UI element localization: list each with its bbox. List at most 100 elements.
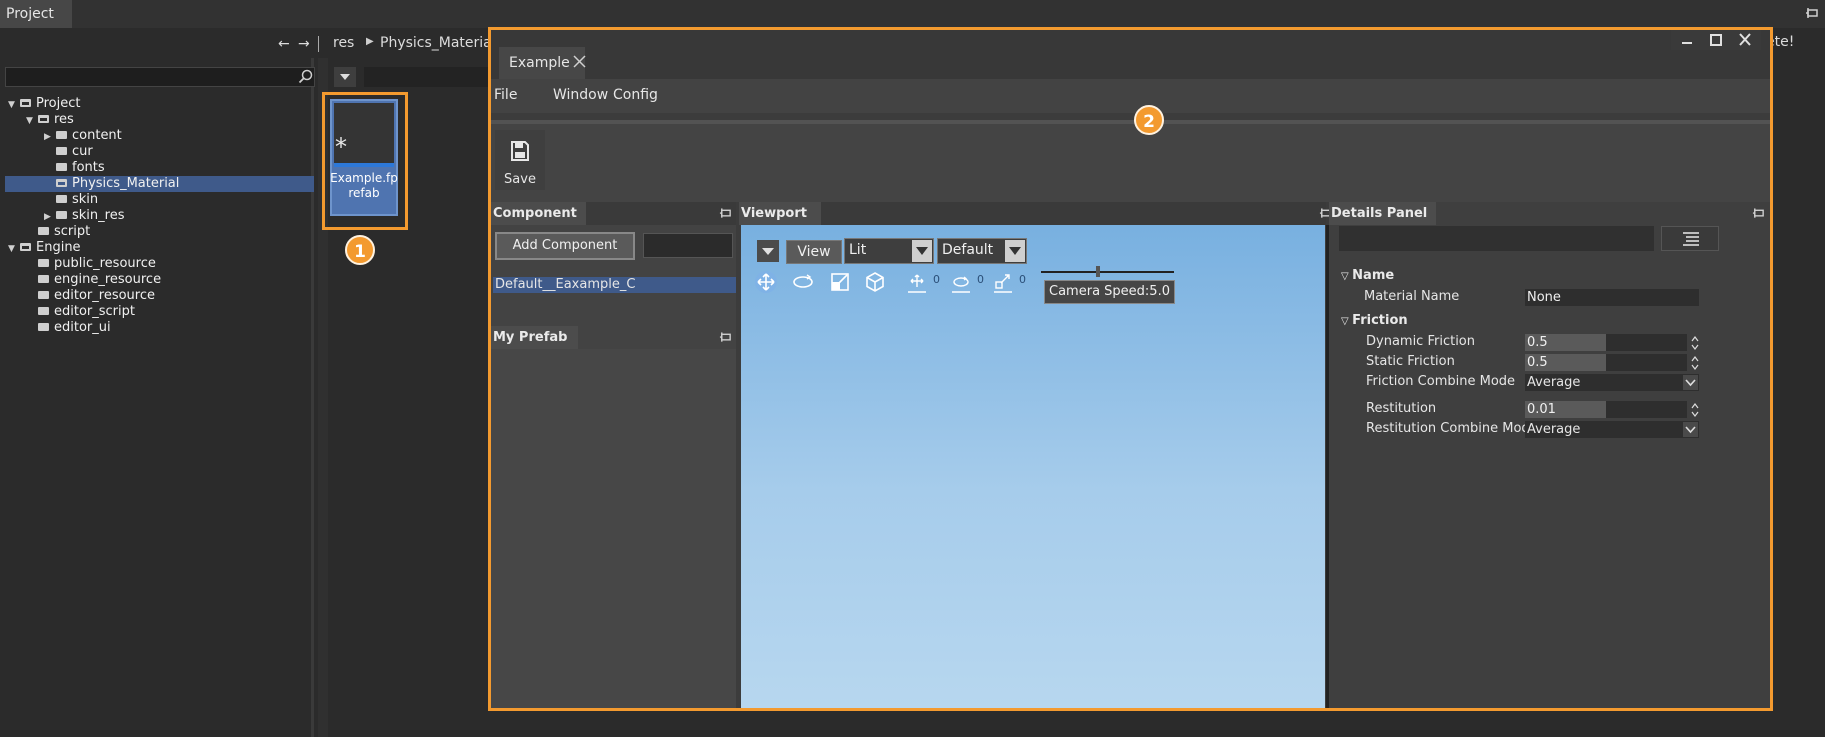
folder-icon xyxy=(38,323,49,331)
close-window-icon[interactable] xyxy=(1735,33,1755,47)
folder-icon xyxy=(38,259,49,267)
forward-arrow-icon[interactable]: → xyxy=(298,36,310,52)
preset-select[interactable]: Default xyxy=(937,238,1027,264)
details-section-header[interactable]: ▽ Name xyxy=(1341,268,1394,283)
tree-item[interactable]: editor_script xyxy=(26,304,135,320)
component-search-input[interactable] xyxy=(643,233,733,258)
tree-item[interactable]: ▶ content xyxy=(44,128,122,144)
tree-item[interactable]: fonts xyxy=(44,160,105,176)
move-icon[interactable] xyxy=(754,270,778,294)
camera-speed-handle[interactable] xyxy=(1096,266,1100,277)
project-tab[interactable]: Project xyxy=(0,0,72,28)
breadcrumb-physics-material[interactable]: Physics_Material xyxy=(380,35,496,51)
scale-snap-icon[interactable] xyxy=(991,270,1015,294)
project-tab-label: Project xyxy=(6,6,54,22)
folder-icon xyxy=(56,179,67,187)
spinner-arrows-icon[interactable] xyxy=(1691,335,1699,351)
maximize-icon[interactable] xyxy=(1706,33,1726,47)
tree-item-label: content xyxy=(72,128,122,143)
property-number-input[interactable]: 0.5 xyxy=(1525,354,1687,371)
tree-item[interactable]: public_resource xyxy=(26,256,156,272)
tree-item-label: Engine xyxy=(36,240,81,255)
tree-item[interactable]: Physics_Material xyxy=(5,176,314,192)
viewport-canvas[interactable] xyxy=(741,225,1325,708)
floppy-save-icon xyxy=(511,141,529,161)
lit-mode-select[interactable]: Lit xyxy=(844,238,934,264)
chevron-down-icon xyxy=(340,74,350,80)
property-number-value: 0.5 xyxy=(1527,335,1548,350)
details-section-header[interactable]: ▽ Friction xyxy=(1341,313,1408,328)
chevron-down-icon xyxy=(762,248,774,255)
property-label: Dynamic Friction xyxy=(1366,334,1476,349)
spinner-arrows-icon[interactable] xyxy=(1691,402,1699,418)
expand-closed-icon[interactable]: ▶ xyxy=(44,129,56,145)
property-dropdown[interactable]: Average xyxy=(1525,374,1699,391)
expand-closed-icon[interactable]: ▶ xyxy=(44,209,56,225)
details-search-input[interactable] xyxy=(1339,226,1654,251)
viewport-tab[interactable]: Viewport xyxy=(739,202,821,225)
tree-item[interactable]: ▶ skin_res xyxy=(44,208,124,224)
snap-count: 0 xyxy=(933,273,940,286)
tree-item[interactable]: editor_ui xyxy=(26,320,111,336)
tree-item[interactable]: ▼ Engine xyxy=(8,240,81,256)
rotate-snap-icon[interactable] xyxy=(949,270,973,294)
viewport-menu-button[interactable] xyxy=(757,240,779,262)
details-panel-tab[interactable]: Details Panel xyxy=(1329,202,1436,225)
menu-bar: File Window Config xyxy=(491,79,1770,113)
window-tabbar xyxy=(491,30,1770,79)
details-view-options-button[interactable] xyxy=(1661,226,1719,251)
add-component-button[interactable]: Add Component xyxy=(495,232,635,260)
tree-item[interactable]: cur xyxy=(44,144,93,160)
pin-icon[interactable] xyxy=(1805,8,1819,20)
tree-item[interactable]: editor_resource xyxy=(26,288,155,304)
tree-item[interactable]: script xyxy=(26,224,90,240)
expand-open-icon[interactable]: ▼ xyxy=(26,113,38,129)
tree-item-label: fonts xyxy=(72,160,105,175)
tree-item-label: Project xyxy=(36,96,81,111)
move-snap-icon[interactable] xyxy=(905,270,929,294)
tree-search-input[interactable] xyxy=(5,67,315,87)
expand-open-icon[interactable]: ▼ xyxy=(8,97,20,113)
breadcrumb-res[interactable]: res xyxy=(333,35,354,51)
save-label: Save xyxy=(504,172,536,187)
scale-icon[interactable] xyxy=(828,270,852,294)
my-prefab-tab[interactable]: My Prefab xyxy=(491,326,578,349)
folder-icon xyxy=(38,307,49,315)
spinner-arrows-icon[interactable] xyxy=(1691,355,1699,371)
pin-icon[interactable] xyxy=(1752,208,1765,220)
minimize-icon[interactable] xyxy=(1677,33,1697,47)
property-number-input[interactable]: 0.01 xyxy=(1525,401,1687,418)
camera-speed-label: Camera Speed:5.0 xyxy=(1044,280,1175,304)
lit-mode-value: Lit xyxy=(849,242,867,258)
menu-file[interactable]: File xyxy=(494,87,517,103)
component-list-item[interactable]: Default__Eaxample_C xyxy=(493,277,736,293)
expand-open-icon[interactable]: ▼ xyxy=(8,241,20,257)
folder-icon xyxy=(38,291,49,299)
example-window: Example File Window Config Save Componen… xyxy=(491,30,1770,708)
menu-config[interactable]: Config xyxy=(613,87,658,103)
property-number-input[interactable]: 0.5 xyxy=(1525,334,1687,351)
pin-icon[interactable] xyxy=(719,332,732,344)
close-tab-icon[interactable] xyxy=(573,55,586,68)
property-dropdown[interactable]: Average xyxy=(1525,421,1699,438)
back-arrow-icon[interactable]: ← xyxy=(278,36,290,52)
view-button[interactable]: View xyxy=(786,240,842,264)
filter-dropdown[interactable] xyxy=(334,67,356,87)
tree-item[interactable]: skin xyxy=(44,192,98,208)
camera-speed-slider[interactable] xyxy=(1041,271,1174,273)
component-panel-tab[interactable]: Component xyxy=(491,202,586,225)
pin-icon[interactable] xyxy=(719,208,732,220)
folder-icon xyxy=(56,195,67,203)
menu-window[interactable]: Window xyxy=(553,87,608,103)
property-label: Restitution Combine Mode xyxy=(1366,421,1538,436)
tree-item[interactable]: engine_resource xyxy=(26,272,161,288)
cube-icon[interactable] xyxy=(863,270,887,294)
snap-count: 0 xyxy=(977,273,984,286)
tree-item[interactable]: ▼ Project xyxy=(8,96,80,112)
rotate-icon[interactable] xyxy=(791,270,815,294)
tree-item[interactable]: ▼ res xyxy=(26,112,74,128)
files-search-input[interactable] xyxy=(364,67,494,87)
property-dropdown-value: Average xyxy=(1527,422,1581,437)
property-text-input[interactable]: None xyxy=(1525,289,1699,306)
search-icon[interactable] xyxy=(298,69,313,84)
